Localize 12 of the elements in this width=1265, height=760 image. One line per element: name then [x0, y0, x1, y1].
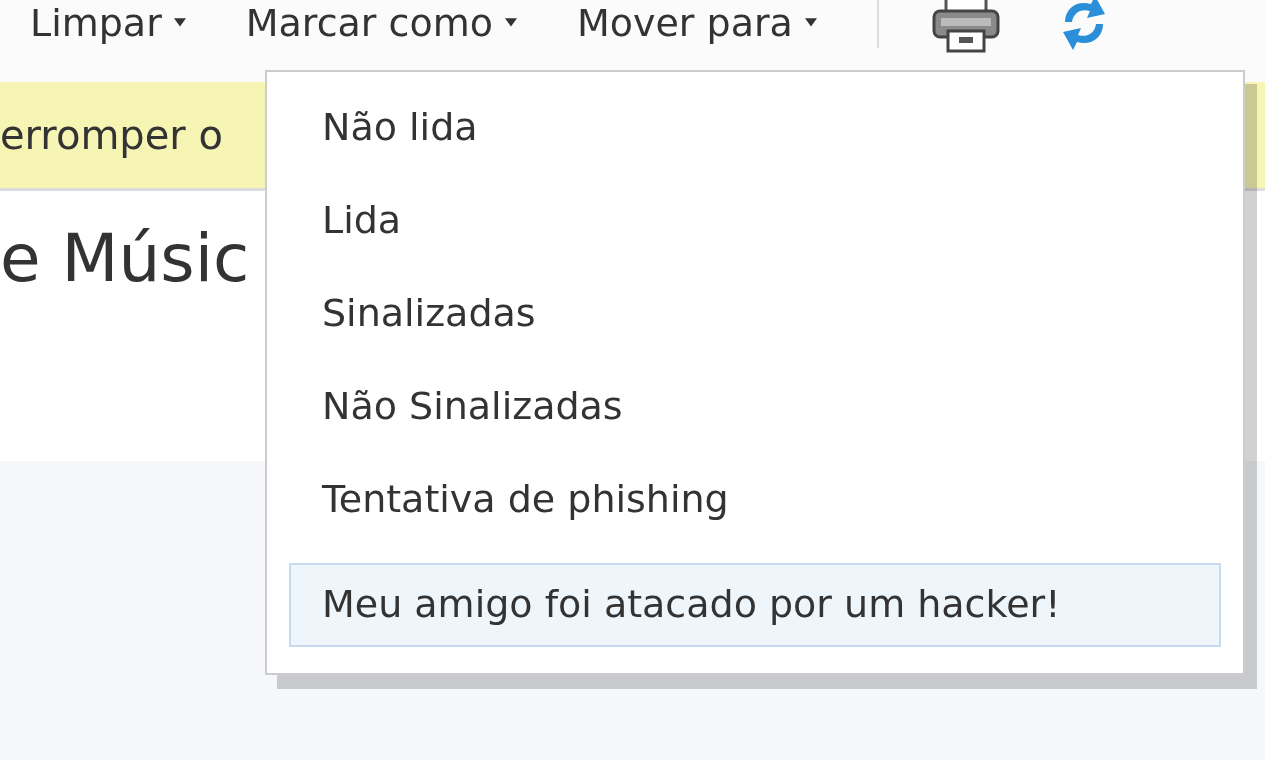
printer-icon[interactable] — [930, 0, 1001, 53]
menu-item[interactable]: Não Sinalizadas — [289, 369, 1221, 462]
menu-item[interactable]: Meu amigo foi atacado por um hacker! — [289, 563, 1221, 647]
menu-item[interactable]: Lida — [289, 183, 1221, 276]
toolbar-button[interactable]: Marcar como — [245, 0, 517, 46]
toolbar-button[interactable]: Limpar — [30, 0, 186, 46]
message-title: e Músic — [0, 220, 250, 297]
menu-item[interactable]: Tentativa de phishing — [289, 462, 1221, 555]
menu-item[interactable]: Não lida — [289, 90, 1221, 183]
notification-text: erromper o — [0, 112, 223, 158]
toolbar-button[interactable]: Mover para — [576, 0, 817, 46]
menu-item[interactable]: Sinalizadas — [289, 276, 1221, 369]
